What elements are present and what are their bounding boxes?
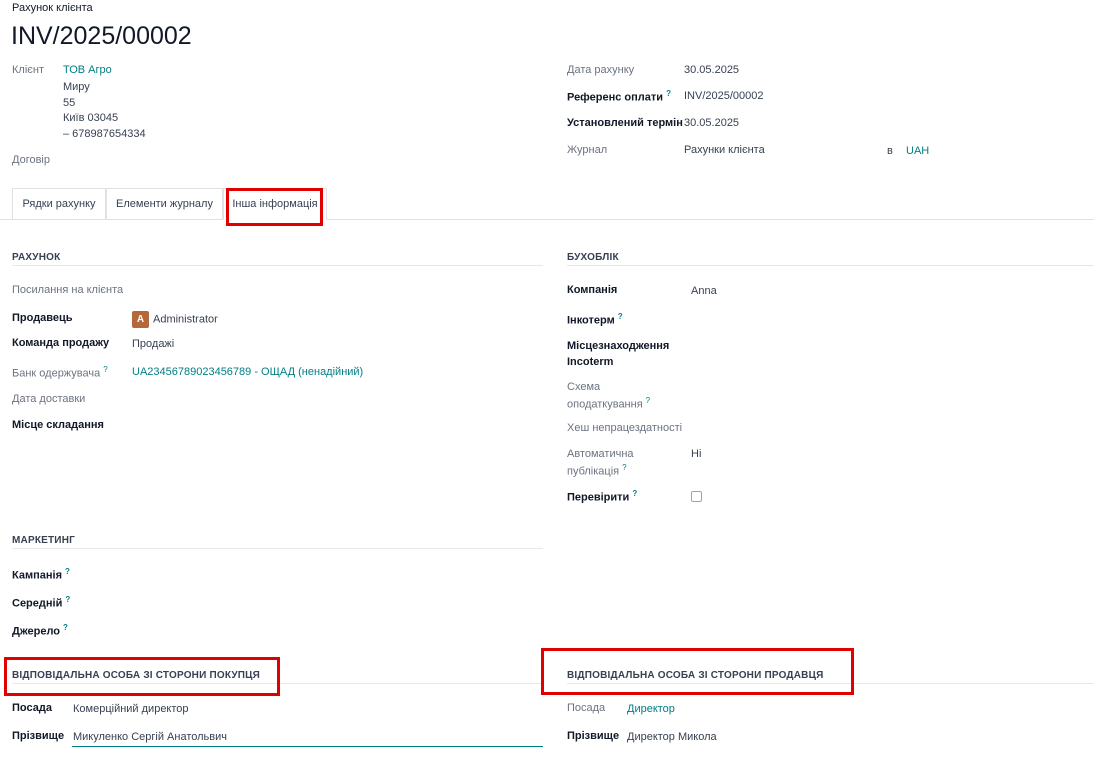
due-date-label: Установлений термін <box>567 117 683 129</box>
seller-surname-field[interactable]: Директор Микола <box>627 731 717 743</box>
incoterm-location-label-line2: Incoterm <box>567 356 614 368</box>
section-header-marketing: МАРКЕТИНГ <box>12 535 75 546</box>
client-label: Клієнт <box>12 64 44 76</box>
help-icon[interactable]: ? <box>666 89 671 98</box>
section-header-accounting: БУХОБЛІК <box>567 252 619 263</box>
invoice-date-field[interactable]: 30.05.2025 <box>684 64 739 76</box>
tax-scheme-label-line1: Схема <box>567 381 601 393</box>
contract-label: Договір <box>12 154 50 166</box>
buyer-surname-field[interactable]: Микуленко Сергій Анатольвич <box>73 731 227 743</box>
disability-hash-label: Хеш непрацездатності <box>567 422 683 434</box>
sales-team-label: Команда продажу <box>12 337 110 349</box>
auto-publish-label-line2: публікація? <box>567 463 627 478</box>
highlight-box-buyer <box>4 657 280 696</box>
seller-surname-label: Прізвище <box>567 730 620 742</box>
seller-position-label: Посада <box>567 702 606 714</box>
customer-reference-label: Посилання на клієнта <box>12 284 124 296</box>
salesperson-field[interactable]: A Administrator <box>132 311 218 328</box>
help-icon[interactable]: ? <box>65 595 70 604</box>
client-phone: – 678987654334 <box>63 128 146 140</box>
buyer-position-field[interactable]: Комерційний директор <box>73 703 189 715</box>
incoterm-location-label-line1: Місцезнаходження <box>567 340 670 352</box>
auto-publish-label-line1: Автоматична <box>567 448 634 460</box>
currency-prefix: в <box>887 145 893 157</box>
invoice-date-label: Дата рахунку <box>567 64 635 76</box>
delivery-date-label: Дата доставки <box>12 393 86 405</box>
buyer-surname-label: Прізвище <box>12 730 65 742</box>
help-icon[interactable]: ? <box>646 396 650 405</box>
source-label: Джерело? <box>12 623 68 638</box>
recipient-bank-link[interactable]: UA23456789023456789 - ОЩАД (ненадійний) <box>132 366 363 378</box>
record-type-label: Рахунок клієнта <box>12 2 93 14</box>
invoice-number-title: INV/2025/00002 <box>11 22 192 50</box>
client-address-street: Миру <box>63 81 90 93</box>
buyer-position-label: Посада <box>12 702 52 714</box>
tax-scheme-label-line2: оподаткування? <box>567 396 651 411</box>
payment-reference-label: Референс оплати? <box>567 89 671 104</box>
sales-team-field[interactable]: Продажі <box>132 338 174 350</box>
highlight-box-seller <box>541 648 854 695</box>
help-icon[interactable]: ? <box>618 312 623 321</box>
currency-link[interactable]: UAH <box>906 145 929 157</box>
medium-label: Середній? <box>12 595 71 610</box>
place-of-issue-label: Місце складання <box>12 419 104 431</box>
tab-journal-items[interactable]: Елементи журналу <box>106 188 223 219</box>
salesperson-label: Продавець <box>12 312 73 324</box>
help-icon[interactable]: ? <box>622 463 626 472</box>
incoterm-label: Інкотерм? <box>567 312 623 327</box>
client-name-link[interactable]: ТОВ Агро <box>63 64 112 76</box>
help-icon[interactable]: ? <box>632 489 637 498</box>
company-label: Компанія <box>567 284 618 296</box>
auto-publish-value[interactable]: Ні <box>691 448 701 460</box>
salesperson-value: Administrator <box>153 313 218 326</box>
tab-invoice-lines[interactable]: Рядки рахунку <box>12 188 106 219</box>
company-field[interactable]: Anna <box>691 285 717 297</box>
campaign-label: Кампанія? <box>12 567 70 582</box>
section-header-invoice: РАХУНОК <box>12 252 61 263</box>
journal-field[interactable]: Рахунки клієнта <box>684 144 765 156</box>
highlight-box-tab <box>226 188 323 226</box>
journal-label: Журнал <box>567 144 608 156</box>
client-address-city: Київ 03045 <box>63 112 119 124</box>
payment-reference-field[interactable]: INV/2025/00002 <box>684 90 764 102</box>
help-icon[interactable]: ? <box>103 365 107 374</box>
client-address-number: 55 <box>63 97 76 109</box>
avatar: A <box>132 311 149 328</box>
help-icon[interactable]: ? <box>63 623 68 632</box>
check-checkbox[interactable] <box>691 491 702 502</box>
due-date-field[interactable]: 30.05.2025 <box>684 117 739 129</box>
check-label: Перевірити? <box>567 489 638 504</box>
help-icon[interactable]: ? <box>65 567 70 576</box>
buyer-surname-underline <box>72 746 543 747</box>
seller-position-link[interactable]: Директор <box>627 703 675 715</box>
recipient-bank-label: Банк одержувача? <box>12 365 108 380</box>
